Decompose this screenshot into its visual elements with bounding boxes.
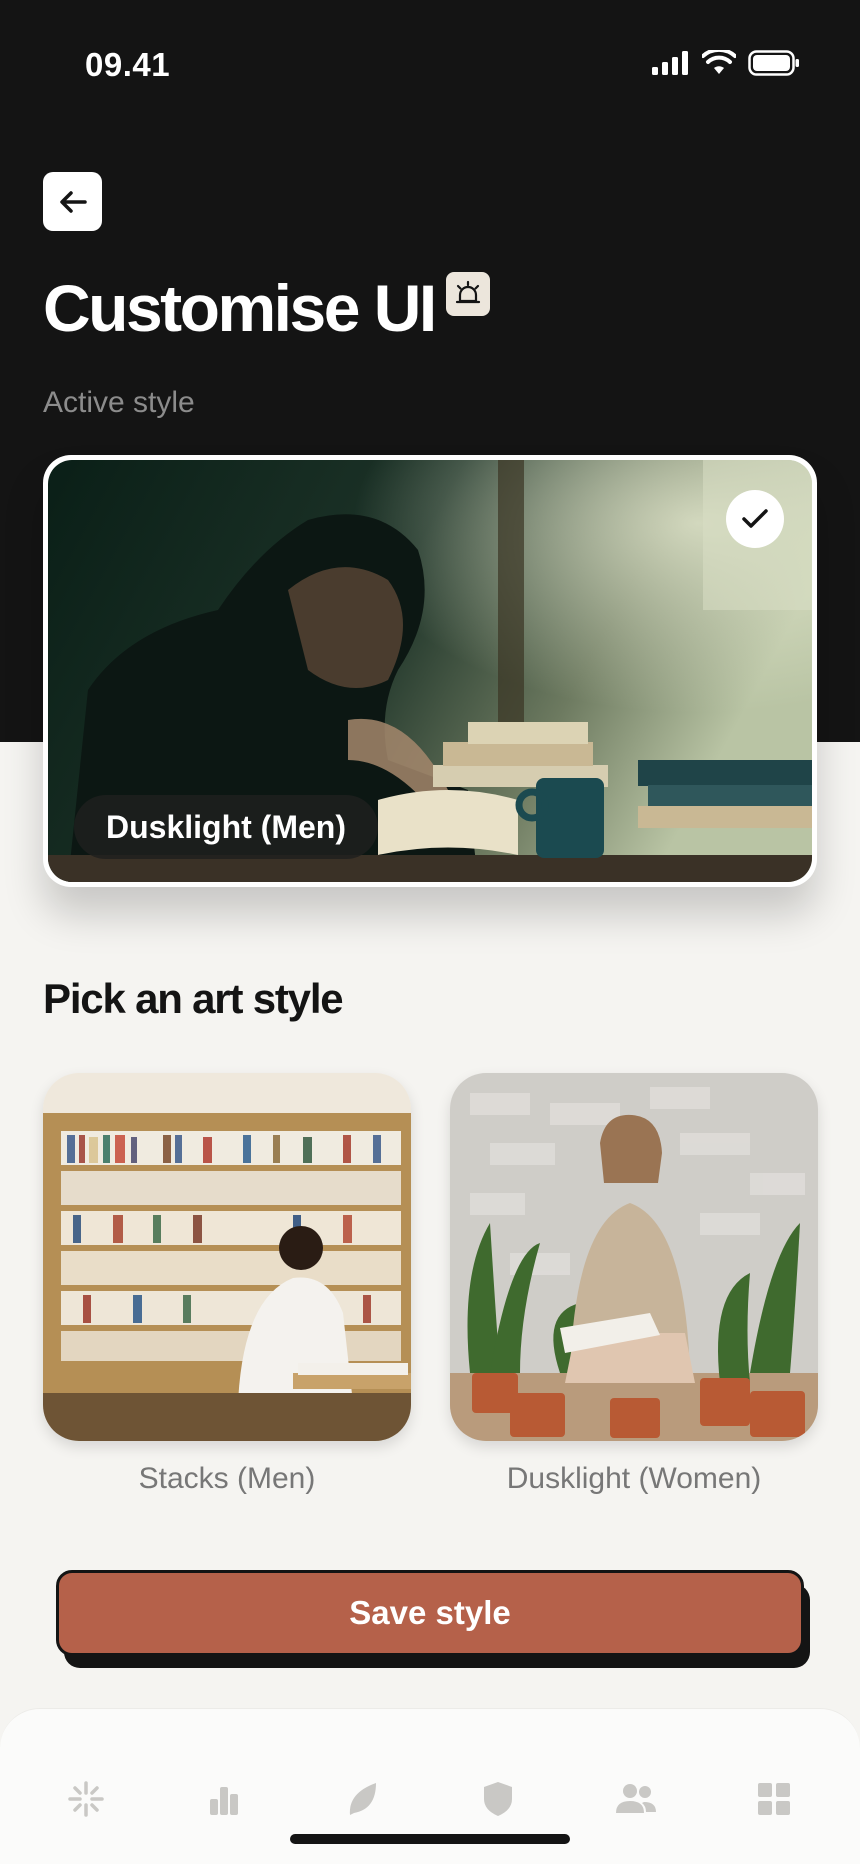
nav-item-sparkle[interactable]: [56, 1769, 116, 1829]
battery-icon: [748, 50, 799, 76]
signal-icon: [652, 51, 688, 75]
home-indicator: [290, 1834, 570, 1844]
nav-item-leaf[interactable]: [332, 1769, 392, 1829]
alarm-icon: [446, 272, 490, 316]
style-option-label: Stacks (Men): [138, 1462, 316, 1495]
active-style-label: Active style: [43, 386, 195, 419]
nav-item-community[interactable]: [606, 1769, 666, 1829]
status-time: 09.41: [85, 46, 171, 83]
bar-chart-icon: [210, 1787, 238, 1815]
back-button[interactable]: [43, 172, 102, 231]
leaf-icon: [349, 1783, 376, 1815]
grid-icon: [758, 1783, 790, 1815]
sparkle-icon: [68, 1781, 104, 1817]
nav-item-stats[interactable]: [194, 1769, 254, 1829]
status-bar: 09.41: [0, 0, 860, 130]
active-style-card[interactable]: Dusklight (Men): [43, 455, 817, 887]
page-title: Customise UI: [43, 271, 437, 345]
nav-item-shield[interactable]: [468, 1769, 528, 1829]
nav-item-menu[interactable]: [744, 1769, 804, 1829]
save-style-button[interactable]: Save style: [56, 1570, 804, 1656]
active-style-image: Dusklight (Men): [48, 460, 812, 882]
users-icon: [616, 1784, 656, 1813]
style-option-dusklight-women[interactable]: [450, 1073, 818, 1441]
pick-style-heading: Pick an art style: [43, 975, 344, 1022]
wifi-icon: [702, 50, 736, 74]
arrow-left-icon: [59, 190, 87, 213]
status-icons: [652, 50, 800, 76]
style-option-stacks-men[interactable]: [43, 1073, 411, 1441]
active-style-name: Dusklight (Men): [74, 795, 378, 859]
shield-icon: [484, 1782, 512, 1816]
selected-check: [726, 490, 784, 548]
style-option-label: Dusklight (Women): [506, 1462, 762, 1495]
checkmark-icon: [742, 509, 768, 528]
